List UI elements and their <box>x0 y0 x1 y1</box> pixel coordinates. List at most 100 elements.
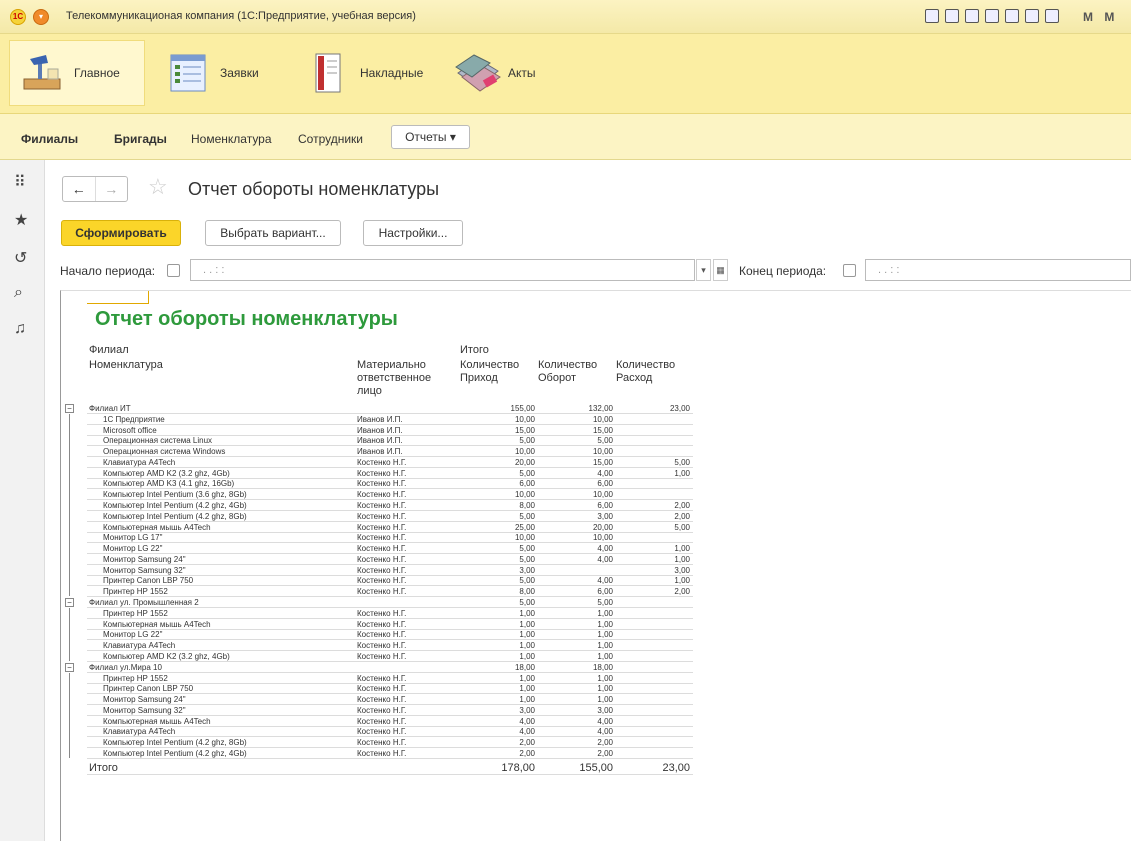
item-responsible: Костенко Н.Г. <box>357 457 407 467</box>
nav-item-nomenclature[interactable]: Номенклатура <box>191 132 272 146</box>
table-row[interactable]: Компьютер Intel Pentium (3.6 ghz, 8Gb) Ко… <box>87 490 693 501</box>
table-row[interactable]: Монитор LG 22" Костенко Н.Г. 1,00 1,00 <box>87 630 693 641</box>
table-row[interactable]: Операционная система Windows Иванов И.П. 1… <box>87 447 693 458</box>
item-responsible: Костенко Н.Г. <box>357 608 407 618</box>
table-row[interactable]: Монитор Samsung 24" Костенко Н.Г. 1,00 1,00 <box>87 695 693 706</box>
collapse-toggle-icon[interactable]: − <box>65 662 74 672</box>
table-row[interactable]: Компьютер Intel Pentium (4.2 ghz, 8Gb) Ко… <box>87 738 693 749</box>
select-variant-button[interactable]: Выбрать вариант... <box>205 220 341 246</box>
table-row[interactable]: 1С Предприятие Иванов И.П. 10,00 10,00 <box>87 415 693 425</box>
section-invoices[interactable]: Накладные <box>296 40 436 106</box>
table-row[interactable]: Компьютерная мышь A4Tech Костенко Н.Г. 4,0… <box>87 717 693 727</box>
nav-item-employees[interactable]: Сотрудники <box>298 132 363 146</box>
calendar-icon[interactable]: ▦ <box>713 259 728 281</box>
table-row[interactable]: Монитор Samsung 24" Костенко Н.Г. 5,00 4,00… <box>87 555 693 565</box>
generate-button[interactable]: Сформировать <box>61 220 181 246</box>
favorites-star-icon[interactable]: ★ <box>14 210 28 230</box>
report-spreadsheet[interactable]: Отчет обороты номенклатуры Филиал Итого … <box>60 290 1131 841</box>
save-icon[interactable] <box>925 9 939 23</box>
table-row[interactable]: Microsoft office Иванов И.П. 15,00 15,00 <box>87 426 693 436</box>
favorite-star-icon[interactable]: ☆ <box>148 174 168 200</box>
table-row[interactable]: Компьютерная мышь A4Tech Костенко Н.Г. 25,… <box>87 523 693 533</box>
sections-panel: Главное Заявки Накладные Акты <box>0 34 1131 114</box>
search-icon[interactable]: ⌕ <box>14 284 23 302</box>
table-row[interactable]: Принтер Canon LBP 750 Костенко Н.Г. 5,00 4,… <box>87 576 693 587</box>
item-name: Компьютер AMD K3 (4.1 ghz, 16Gb) <box>103 479 235 489</box>
apps-grid-icon[interactable]: ⠿ <box>14 172 26 192</box>
table-row[interactable]: Компьютер AMD K2 (3.2 ghz, 4Gb) Костенко … <box>87 652 693 662</box>
group-row[interactable]: Филиал ул. Промышленная 2 5,00 5,00 − <box>65 598 693 609</box>
qty-turn: 3,00 <box>597 705 613 715</box>
item-responsible: Костенко Н.Г. <box>357 544 407 554</box>
item-responsible: Костенко Н.Г. <box>357 727 407 737</box>
table-row[interactable]: Принтер Canon LBP 750 Костенко Н.Г. 1,00 1,… <box>87 684 693 695</box>
section-acts[interactable]: Акты <box>444 40 564 106</box>
report-table: Филиал Итого Номенклатура Материально от… <box>65 342 693 841</box>
preview-icon[interactable] <box>965 9 979 23</box>
dropdown-arrow-icon[interactable]: ▾ <box>696 259 711 281</box>
collapse-toggle-icon[interactable]: − <box>65 404 74 413</box>
table-row[interactable]: Компьютер Intel Pentium (4.2 ghz, 4Gb) Ко… <box>87 501 693 512</box>
qty-turn: 10,00 <box>592 490 613 500</box>
copy-icon[interactable] <box>1005 9 1019 23</box>
header-total: Итого <box>460 344 489 356</box>
item-responsible: Костенко Н.Г. <box>357 554 407 564</box>
item-responsible: Костенко Н.Г. <box>357 705 407 715</box>
qty-turn: 1,00 <box>597 630 613 640</box>
main-menu-button[interactable]: ▾ <box>33 9 49 25</box>
table-row[interactable]: Клавиатура A4Tech Костенко Н.Г. 1,00 1,00 <box>87 641 693 652</box>
section-main[interactable]: Главное <box>9 40 145 106</box>
table-row[interactable]: Компьютер Intel Pentium (4.2 ghz, 4Gb) Ко… <box>87 749 693 759</box>
table-row[interactable]: Принтер HP 1552 Костенко Н.Г. 1,00 1,00 <box>87 609 693 619</box>
qty-in: 5,00 <box>519 511 535 521</box>
item-responsible: Костенко Н.Г. <box>357 501 407 511</box>
start-period-checkbox[interactable] <box>167 264 180 277</box>
table-row[interactable]: Операционная система Linux Иванов И.П. 5,0… <box>87 436 693 447</box>
nav-item-branches[interactable]: Филиалы <box>21 132 78 146</box>
forward-arrow-icon[interactable]: → <box>94 177 128 201</box>
reports-dropdown-button[interactable]: Отчеты ▾ <box>391 125 470 149</box>
table-row[interactable]: Принтер HP 1552 Костенко Н.Г. 1,00 1,00 <box>87 674 693 684</box>
item-name: Монитор LG 22" <box>103 544 163 554</box>
table-row[interactable]: Монитор Samsung 32" Костенко Н.Г. 3,00 3,00 <box>87 566 693 576</box>
table-row[interactable]: Компьютер AMD K3 (4.1 ghz, 16Gb) Костенко… <box>87 479 693 490</box>
table-row[interactable]: Клавиатура A4Tech Костенко Н.Г. 4,00 4,00 <box>87 727 693 738</box>
table-row[interactable]: Клавиатура A4Tech Костенко Н.Г. 20,00 15,00… <box>87 458 693 468</box>
settings-button[interactable]: Настройки... <box>363 220 463 246</box>
item-name: Компьютерная мышь A4Tech <box>103 522 211 532</box>
table-row[interactable]: Монитор LG 17" Костенко Н.Г. 10,00 10,00 <box>87 533 693 544</box>
print-icon[interactable] <box>945 9 959 23</box>
qty-in: 3,00 <box>519 705 535 715</box>
title-bar: 1С ▾ Телекоммуникационая компания (1С:Пр… <box>0 0 1131 34</box>
end-period-checkbox[interactable] <box>843 264 856 277</box>
calculator-icon[interactable] <box>1025 9 1039 23</box>
start-period-field[interactable]: . . : : <box>190 259 695 281</box>
table-row[interactable]: Компьютерная мышь A4Tech Костенко Н.Г. 1,0… <box>87 620 693 630</box>
group-row[interactable]: Филиал ул.Мира 10 18,00 18,00 − <box>65 662 693 673</box>
total-turn: 155,00 <box>579 761 613 774</box>
nav-item-teams[interactable]: Бригады <box>114 132 167 146</box>
table-row[interactable]: Компьютер Intel Pentium (4.2 ghz, 8Gb) Ко… <box>87 512 693 522</box>
qty-in: 5,00 <box>519 576 535 586</box>
title-bar-letters[interactable]: M M <box>1083 10 1118 24</box>
calendar-icon[interactable] <box>1045 9 1059 23</box>
qty-turn: 10,00 <box>592 414 613 424</box>
item-name: Клавиатура A4Tech <box>103 727 176 737</box>
qty-out: 2,00 <box>674 501 690 511</box>
end-period-field[interactable]: . . : : <box>865 259 1131 281</box>
bell-icon[interactable]: ♫ <box>14 320 26 338</box>
form-header: ← → ☆ Отчет обороты номенклатуры Сформир… <box>45 160 1131 290</box>
total-label: Итого <box>89 761 118 774</box>
table-row[interactable]: Монитор LG 22" Костенко Н.Г. 5,00 4,00 1,00 <box>87 544 693 555</box>
history-icon[interactable]: ↺ <box>14 248 27 268</box>
section-requests[interactable]: Заявки <box>156 40 281 106</box>
table-row[interactable]: Монитор Samsung 32" Костенко Н.Г. 3,00 3,00 <box>87 706 693 716</box>
back-arrow-icon[interactable]: ← <box>63 177 95 201</box>
table-row[interactable]: Компьютер AMD K2 (3.2 ghz, 4Gb) Костенко … <box>87 469 693 479</box>
item-name: Монитор LG 17" <box>103 533 163 543</box>
group-row[interactable]: Филиал ИТ 155,00 132,00 23,00 − <box>65 404 693 414</box>
collapse-toggle-icon[interactable]: − <box>65 598 74 608</box>
table-row[interactable]: Принтер HP 1552 Костенко Н.Г. 8,00 6,00 2,00 <box>87 587 693 598</box>
qty-turn: 5,00 <box>597 436 613 446</box>
users-icon[interactable] <box>985 9 999 23</box>
